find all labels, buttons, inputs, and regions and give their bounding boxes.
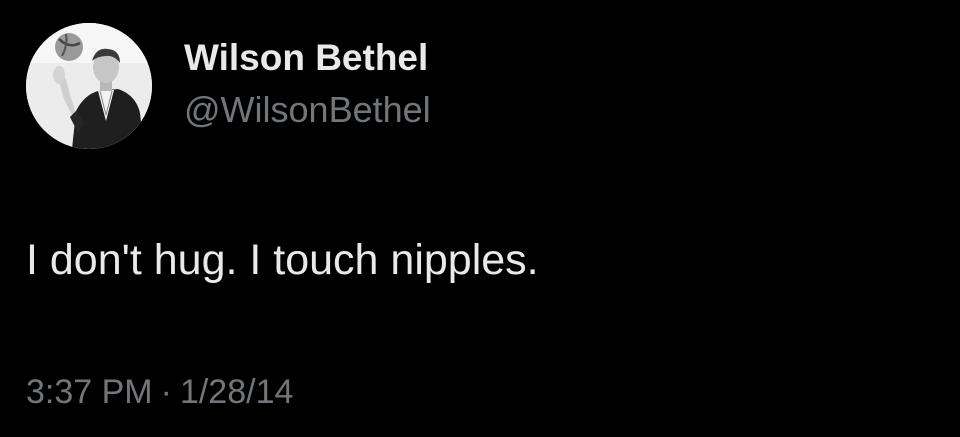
tweet-meta: 3:37 PM · 1/28/14 [26,369,293,415]
author-display-name[interactable]: Wilson Bethel [184,32,431,84]
meta-separator: · [160,373,172,411]
tweet-time-link[interactable]: 3:37 PM [26,373,153,411]
profile-photo-icon [26,23,152,149]
tweet-text: I don't hug. I touch nipples. [26,236,539,284]
author-handle[interactable]: @WilsonBethel [184,86,431,134]
tweet-date-link[interactable]: 1/28/14 [180,373,293,411]
tweet-card: Wilson Bethel @WilsonBethel I don't hug.… [0,0,960,437]
author-avatar[interactable] [26,23,152,149]
author-block: Wilson Bethel @WilsonBethel [184,32,431,134]
